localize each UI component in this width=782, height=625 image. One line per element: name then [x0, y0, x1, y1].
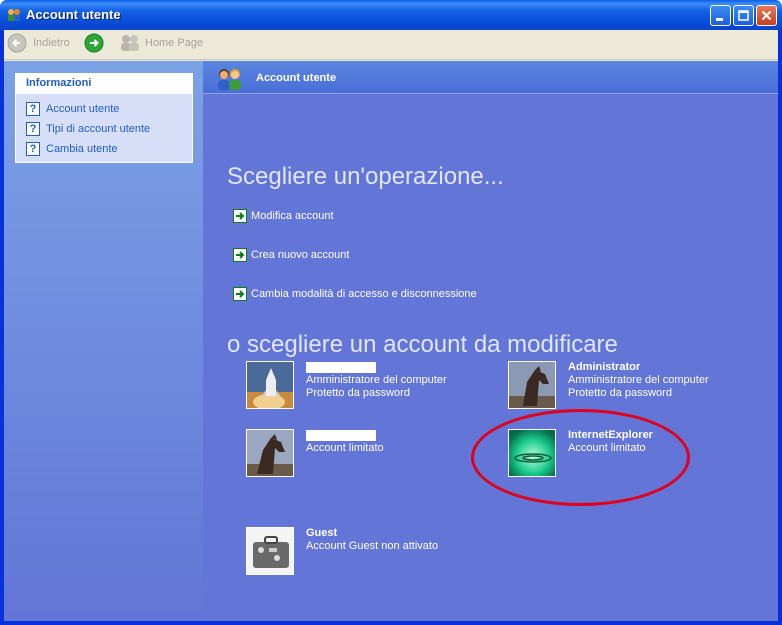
suitcase-picture — [246, 527, 294, 575]
account-info: Account limitato — [306, 429, 384, 477]
account-info: InternetExplorer Account limitato — [568, 429, 653, 477]
account-heading: o scegliere un account da modificare — [227, 331, 618, 358]
horse-picture — [246, 429, 294, 477]
account-tile-internetexplorer[interactable]: InternetExplorer Account limitato — [508, 429, 653, 477]
info-list: ? Account utente ? Tipi di account utent… — [16, 94, 192, 162]
toolbar: Indietro Home Page — [4, 30, 778, 60]
account-name: Administrator — [568, 361, 641, 373]
main-header-title: Account utente — [256, 72, 337, 84]
sidebar-item-label: Tipi di account utente — [46, 123, 151, 135]
account-tile-admin-redacted[interactable]: Amministratore del computer Protetto da … — [246, 361, 447, 409]
back-button[interactable]: Indietro — [7, 33, 70, 53]
account-name-redacted — [306, 361, 447, 374]
sidebar-item-label: Account utente — [46, 103, 120, 115]
account-tile-limited-redacted[interactable]: Account limitato — [246, 429, 384, 477]
task-label: Cambia modalità di accesso e disconnessi… — [251, 288, 477, 300]
home-label: Home Page — [145, 37, 204, 49]
account-name: InternetExplorer — [568, 429, 653, 441]
task-label: Crea nuovo account — [251, 249, 350, 261]
sidebar-item-account-utente[interactable]: ? Account utente — [26, 99, 192, 119]
left-panel: Informazioni ? Account utente ? Tipi di … — [4, 61, 203, 621]
account-type: Account Guest non attivato — [306, 540, 439, 552]
task-cambia-modalita[interactable]: Cambia modalità di accesso e disconnessi… — [233, 287, 477, 301]
account-info: Guest Account Guest non attivato — [306, 527, 438, 575]
info-box-heading: Informazioni — [16, 74, 192, 94]
help-icon: ? — [26, 102, 40, 116]
task-arrow-icon — [233, 248, 247, 262]
main-panel: Account utente Scegliere un'operazione..… — [203, 61, 778, 621]
window-content: Indietro Home Page Informazioni ? Accoun… — [4, 30, 778, 621]
account-type: Amministratore del computer — [306, 374, 447, 386]
account-status: Protetto da password — [306, 387, 410, 399]
users-icon — [218, 69, 241, 90]
window-title: Account utente — [26, 7, 121, 22]
task-heading: Scegliere un'operazione... — [227, 163, 504, 190]
users-home-icon — [121, 35, 139, 51]
forward-arrow-icon — [84, 33, 104, 53]
account-name-redacted — [306, 429, 384, 442]
help-icon: ? — [26, 122, 40, 136]
account-type: Account limitato — [306, 442, 384, 454]
task-crea-account[interactable]: Crea nuovo account — [233, 248, 349, 262]
horse-picture — [508, 361, 556, 409]
green-ripple-picture — [508, 429, 556, 477]
main-header: Account utente — [203, 61, 778, 94]
account-type: Amministratore del computer — [568, 374, 709, 386]
sidebar-item-cambia-utente[interactable]: ? Cambia utente — [26, 139, 192, 159]
account-info: Administrator Amministratore del compute… — [568, 361, 709, 409]
account-tile-guest[interactable]: Guest Account Guest non attivato — [246, 527, 438, 575]
help-icon: ? — [26, 142, 40, 156]
info-box: Informazioni ? Account utente ? Tipi di … — [15, 73, 193, 163]
task-modifica-account[interactable]: Modifica account — [233, 209, 334, 223]
sidebar-item-label: Cambia utente — [46, 143, 118, 155]
home-button[interactable]: Home Page — [118, 33, 203, 53]
users-icon — [8, 9, 20, 21]
close-button[interactable] — [756, 5, 777, 26]
task-label: Modifica account — [251, 210, 334, 222]
account-info: Amministratore del computer Protetto da … — [306, 361, 447, 409]
sidebar-item-tipi-account[interactable]: ? Tipi di account utente — [26, 119, 192, 139]
minimize-button[interactable] — [710, 5, 731, 26]
account-tile-administrator[interactable]: Administrator Amministratore del compute… — [508, 361, 709, 409]
title-bar[interactable]: Account utente — [0, 0, 782, 30]
back-label: Indietro — [33, 37, 70, 49]
account-status: Protetto da password — [568, 387, 672, 399]
window: Account utente Indietro Home Page Inform… — [0, 0, 782, 625]
task-arrow-icon — [233, 287, 247, 301]
account-type: Account limitato — [568, 442, 646, 454]
forward-button[interactable] — [84, 33, 104, 53]
account-name: Guest — [306, 527, 338, 539]
maximize-button[interactable] — [733, 5, 754, 26]
task-arrow-icon — [233, 209, 247, 223]
space-shuttle-picture — [246, 361, 294, 409]
back-arrow-icon — [7, 33, 27, 53]
